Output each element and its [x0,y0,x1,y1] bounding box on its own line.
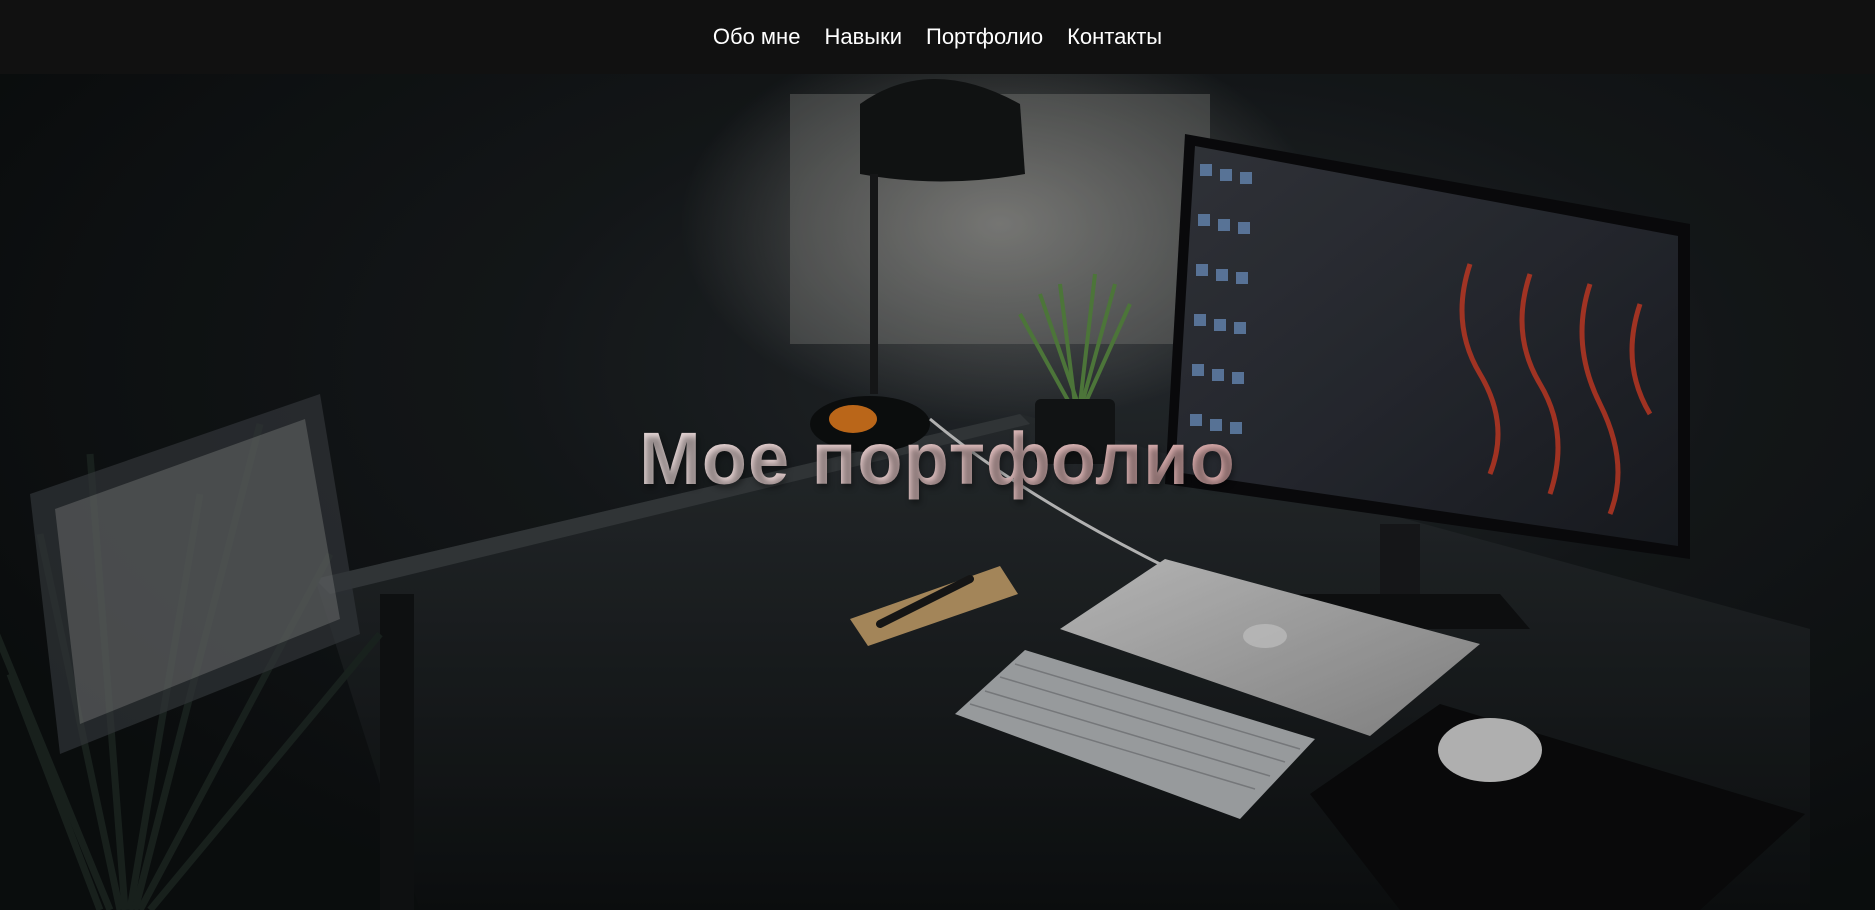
nav-item-about: Обо мне [713,24,801,50]
nav-link-portfolio[interactable]: Портфолио [926,24,1043,49]
nav-link-skills[interactable]: Навыки [824,24,902,49]
nav-item-portfolio: Портфолио [926,24,1043,50]
page: Обо мне Навыки Портфолио Контакты Мое по… [0,0,1875,910]
nav-list: Обо мне Навыки Портфолио Контакты [713,24,1162,50]
hero-section: Мое портфолио [0,74,1875,910]
hero-title: Мое портфолио [0,416,1875,501]
nav-item-skills: Навыки [824,24,902,50]
top-navigation: Обо мне Навыки Портфолио Контакты [0,0,1875,74]
nav-link-contacts[interactable]: Контакты [1067,24,1162,49]
nav-item-contacts: Контакты [1067,24,1162,50]
nav-link-about[interactable]: Обо мне [713,24,801,49]
